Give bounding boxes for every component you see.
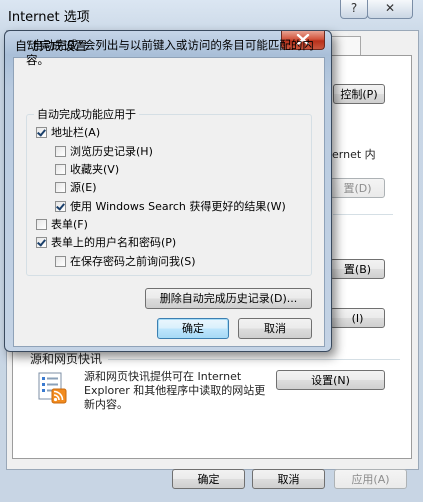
dialog-ok-button[interactable]: 确定 <box>157 318 229 339</box>
option-ask-before-saving[interactable]: 在保存密码之前询问我(S) <box>55 255 196 269</box>
option-label: 收藏夹(V) <box>70 163 120 176</box>
option-label: 地址栏(A) <box>51 126 101 139</box>
dialog-description: “自动完成”会列出与以前键入或访问的条目可能匹配的内容。 <box>26 38 314 67</box>
partial-button-b[interactable]: 置(B) <box>330 259 385 279</box>
checkbox-checked[interactable] <box>36 237 47 248</box>
option-feeds[interactable]: 源(E) <box>55 181 97 195</box>
partial-button-d[interactable]: 置(D) <box>330 178 385 198</box>
feeds-description: 源和网页快讯提供可在 Internet Explorer 和其他程序中读取的网站… <box>84 370 266 411</box>
content-control-button[interactable]: 控制(P) <box>333 84 385 104</box>
partial-internet-label: ernet 内 <box>332 148 376 161</box>
feeds-icon <box>38 372 67 404</box>
option-label: 表单(F) <box>51 218 88 231</box>
group-label: 自动完成功能应用于 <box>34 106 139 122</box>
divider <box>333 214 393 215</box>
ok-button[interactable]: 确定 <box>172 469 245 489</box>
delete-autocomplete-history-button[interactable]: 删除自动完成历史记录(D)... <box>145 288 312 309</box>
cancel-button[interactable]: 取消 <box>252 469 325 489</box>
option-label: 浏览历史记录(H) <box>70 145 153 158</box>
option-browsing-history[interactable]: 浏览历史记录(H) <box>55 145 153 159</box>
option-address-bar[interactable]: 地址栏(A) <box>36 126 100 140</box>
window-close-button[interactable]: ✕ <box>367 0 413 19</box>
feeds-section-title: 源和网页快讯 <box>30 352 103 366</box>
checkbox-checked[interactable] <box>36 127 47 138</box>
checkbox-unchecked[interactable] <box>55 146 66 157</box>
feeds-settings-button[interactable]: 设置(N) <box>276 370 385 390</box>
help-button[interactable]: ? <box>340 0 368 19</box>
checkbox-checked[interactable] <box>55 201 66 212</box>
checkbox-unchecked[interactable] <box>36 219 47 230</box>
option-favorites[interactable]: 收藏夹(V) <box>55 163 119 177</box>
option-label: 使用 Windows Search 获得更好的结果(W) <box>70 200 286 213</box>
option-forms[interactable]: 表单(F) <box>36 218 88 232</box>
option-label: 源(E) <box>70 181 97 194</box>
checkbox-unchecked[interactable] <box>55 164 66 175</box>
partial-button-i[interactable]: (I) <box>330 308 385 328</box>
dialog-cancel-button[interactable]: 取消 <box>238 318 312 339</box>
apply-button[interactable]: 应用(A) <box>334 469 407 489</box>
option-windows-search[interactable]: 使用 Windows Search 获得更好的结果(W) <box>55 200 286 214</box>
window-title: Internet 选项 <box>8 10 90 25</box>
checkbox-unchecked[interactable] <box>55 182 66 193</box>
checkbox-unchecked[interactable] <box>55 256 66 267</box>
option-usernames-passwords[interactable]: 表单上的用户名和密码(P) <box>36 236 176 250</box>
option-label: 表单上的用户名和密码(P) <box>51 236 177 249</box>
option-label: 在保存密码之前询问我(S) <box>70 255 196 268</box>
feeds-divider <box>108 359 400 360</box>
close-icon: ✕ <box>384 1 396 15</box>
help-icon: ? <box>350 1 358 15</box>
